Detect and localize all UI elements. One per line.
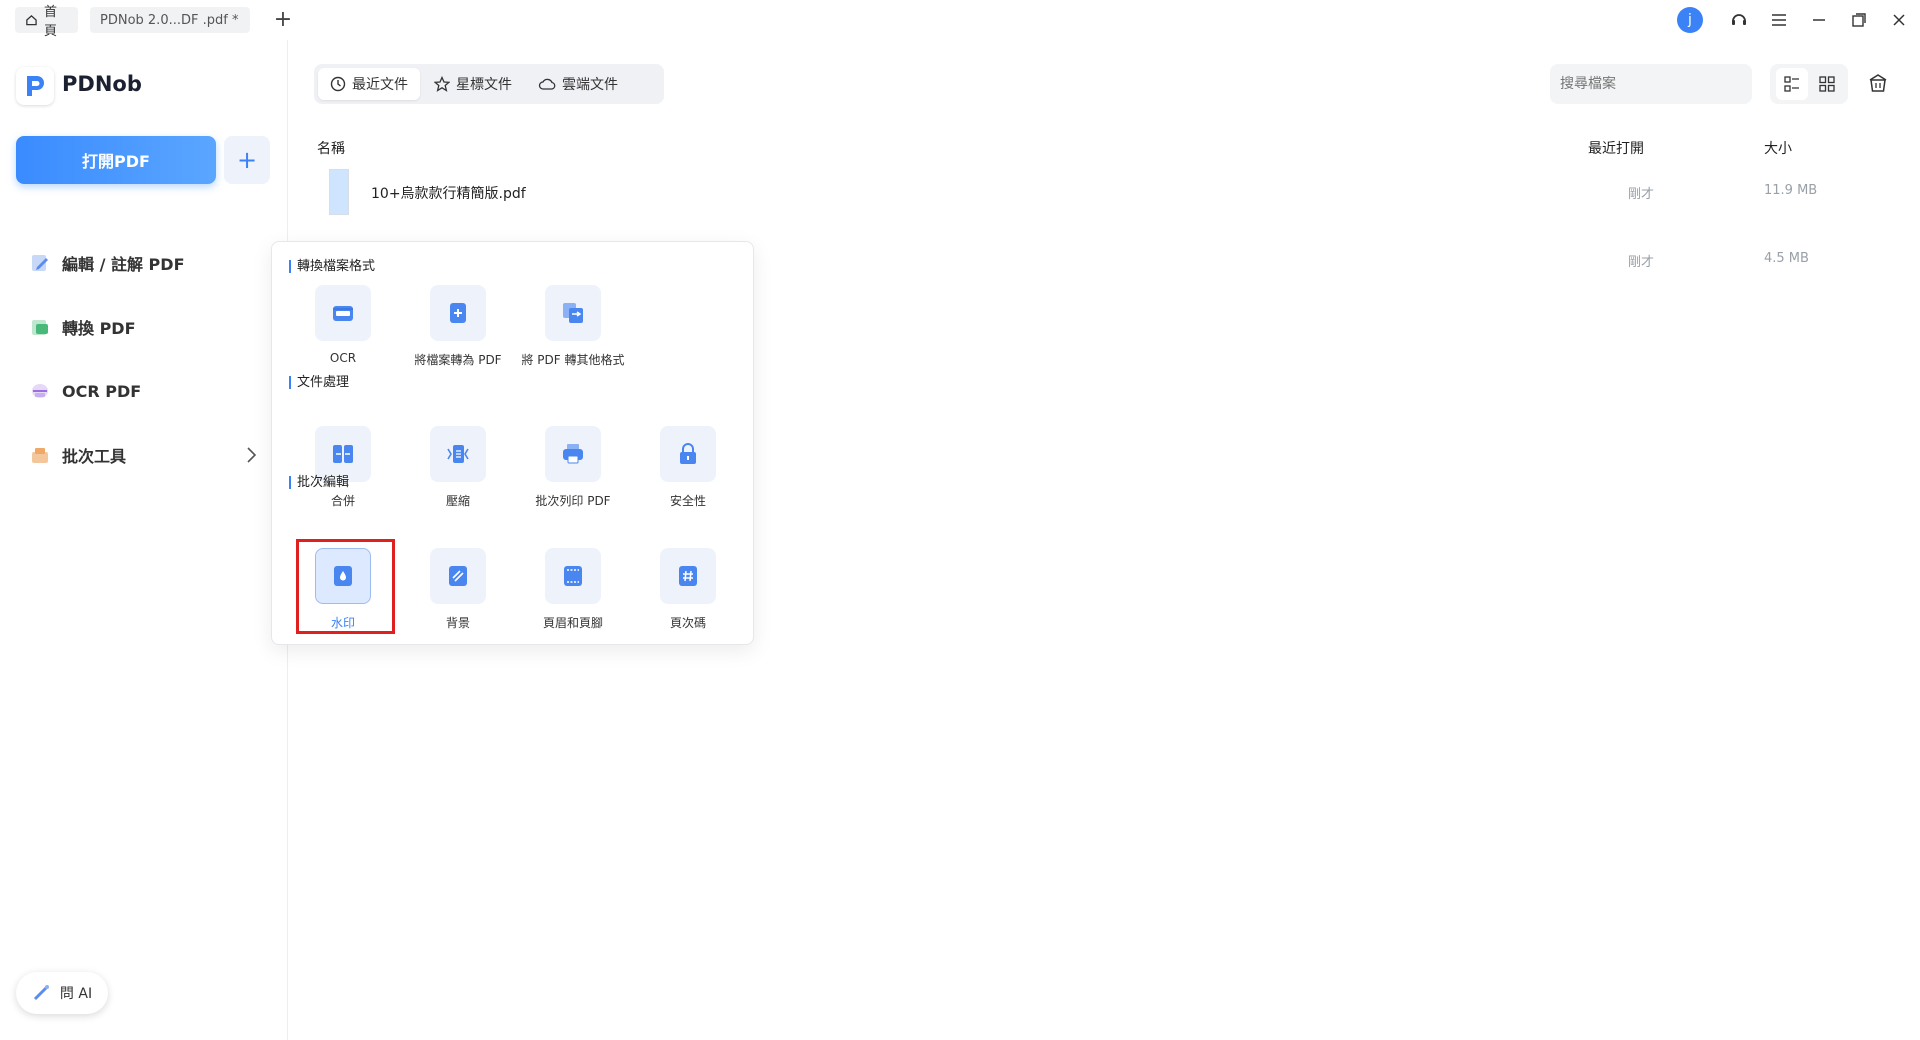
- highlight-box: [296, 539, 395, 634]
- tab-document[interactable]: PDNob 2.0...DF .pdf *: [90, 7, 250, 33]
- trash-icon[interactable]: [1867, 72, 1891, 96]
- tab-home[interactable]: 首頁: [15, 5, 78, 39]
- tool-label: 頁眉和頁腳: [542, 616, 603, 630]
- tool-label: 將檔案轉為 PDF: [414, 353, 502, 367]
- tool-background[interactable]: 背景: [403, 548, 513, 631]
- tool-label: 背景: [445, 616, 470, 630]
- file-name: 10+烏款款行精簡版.pdf: [371, 186, 526, 202]
- cloud-icon: [538, 78, 556, 90]
- tool-to-pdf[interactable]: 將檔案轉為 PDF: [403, 285, 513, 368]
- column-header-opened: 最近打開: [1588, 141, 1644, 157]
- ocr-icon: [28, 379, 52, 403]
- sidebar-item-label: 批次工具: [62, 447, 127, 466]
- close-icon[interactable]: [1887, 8, 1911, 32]
- tab-recent[interactable]: 最近文件: [318, 68, 420, 100]
- print-icon: [563, 444, 583, 464]
- sidebar-item-label: 編輯 / 註解 PDF: [62, 255, 185, 274]
- file-thumbnail: [329, 169, 349, 215]
- title-bar: 首頁 PDNob 2.0...DF .pdf * + j: [0, 0, 1920, 40]
- sidebar-item-edit[interactable]: 編輯 / 註解 PDF: [28, 245, 268, 281]
- minimize-icon[interactable]: [1807, 8, 1831, 32]
- ai-icon: [33, 985, 49, 1001]
- star-icon: [434, 76, 450, 92]
- header-footer-icon: [564, 566, 582, 586]
- add-button[interactable]: +: [224, 136, 270, 184]
- list-view-button[interactable]: [1775, 68, 1808, 100]
- support-icon[interactable]: [1727, 8, 1751, 32]
- batch-icon: [28, 443, 52, 467]
- sidebar: PDNob 打開PDF + 編輯 / 註解 PDF 轉換 PDF OCR PDF…: [0, 40, 288, 1040]
- page-number-icon: [679, 566, 697, 586]
- tab-cloud-label: 雲端文件: [562, 77, 618, 93]
- clock-icon: [330, 76, 346, 92]
- sidebar-item-batch[interactable]: 批次工具: [28, 437, 268, 473]
- ask-ai-label: 問 AI: [59, 986, 93, 1002]
- column-header-name: 名稱: [317, 141, 345, 157]
- column-header-size: 大小: [1764, 141, 1792, 157]
- list-view-icon: [1783, 76, 1799, 92]
- convert-icon: [28, 315, 52, 339]
- file-size: 4.5 MB: [1764, 251, 1809, 266]
- grid-view-icon: [1818, 76, 1835, 92]
- file-tabs: 最近文件 星標文件 雲端文件: [314, 64, 664, 104]
- tool-label: 合併: [330, 494, 355, 508]
- sidebar-item-ocr[interactable]: OCR PDF: [28, 373, 268, 409]
- tool-batch-print[interactable]: 批次列印 PDF: [518, 426, 628, 509]
- sidebar-item-convert[interactable]: 轉換 PDF: [28, 309, 268, 345]
- home-icon: [26, 14, 37, 26]
- tool-compress[interactable]: 壓縮: [403, 426, 513, 509]
- search-input[interactable]: [1550, 64, 1752, 104]
- chevron-right-icon: [244, 445, 258, 469]
- edit-icon: [28, 251, 52, 275]
- grid-view-button[interactable]: [1811, 68, 1843, 100]
- merge-icon: [333, 445, 353, 463]
- background-icon: [449, 566, 467, 586]
- avatar[interactable]: j: [1677, 7, 1703, 33]
- tool-merge[interactable]: 合併: [288, 426, 398, 509]
- tool-page-number[interactable]: 頁次碼: [633, 548, 743, 631]
- tool-security[interactable]: 安全性: [633, 426, 743, 509]
- file-opened: 剛才: [1628, 187, 1655, 202]
- new-tab-button[interactable]: +: [270, 6, 296, 32]
- ask-ai-button[interactable]: 問 AI: [16, 972, 108, 1014]
- tool-label: 壓縮: [445, 494, 470, 508]
- view-toggle: [1770, 64, 1848, 104]
- tool-label: 安全性: [669, 494, 706, 508]
- section-title: 批次編輯: [289, 476, 349, 489]
- tab-recent-label: 最近文件: [352, 77, 408, 93]
- file-opened: 剛才: [1628, 255, 1655, 270]
- compress-icon: [447, 445, 469, 463]
- open-pdf-button[interactable]: 打開PDF: [16, 136, 216, 184]
- brand-name: PDNob: [62, 72, 142, 96]
- file-row[interactable]: 10+烏款款行精簡版.pdf 剛才 11.9 MB: [314, 163, 1904, 223]
- tool-label: 將 PDF 轉其他格式: [521, 353, 625, 367]
- from-pdf-icon: [563, 303, 583, 323]
- section-title: 轉換檔案格式: [289, 260, 375, 273]
- tool-label: OCR: [329, 351, 357, 365]
- tab-home-label: 首頁: [43, 5, 57, 39]
- lock-icon: [680, 443, 696, 464]
- ocr-tool-icon: [333, 306, 353, 321]
- sidebar-item-label: OCR PDF: [62, 381, 142, 401]
- tool-label: 批次列印 PDF: [535, 494, 611, 508]
- tab-document-label: PDNob 2.0...DF .pdf *: [100, 12, 239, 28]
- maximize-icon[interactable]: [1847, 8, 1871, 32]
- file-size: 11.9 MB: [1764, 183, 1818, 198]
- to-pdf-icon: [450, 303, 466, 323]
- section-title: 文件處理: [289, 376, 349, 389]
- tool-header-footer[interactable]: 頁眉和頁腳: [518, 548, 628, 631]
- tab-starred[interactable]: 星標文件: [422, 68, 524, 100]
- menu-icon[interactable]: [1767, 8, 1791, 32]
- sidebar-item-label: 轉換 PDF: [62, 319, 136, 338]
- tool-label: 頁次碼: [669, 616, 706, 630]
- tool-ocr[interactable]: OCR: [288, 285, 398, 365]
- tab-starred-label: 星標文件: [456, 77, 512, 93]
- tool-from-pdf[interactable]: 將 PDF 轉其他格式: [518, 285, 628, 368]
- pdnob-logo: [16, 67, 54, 105]
- tab-cloud[interactable]: 雲端文件: [526, 68, 630, 100]
